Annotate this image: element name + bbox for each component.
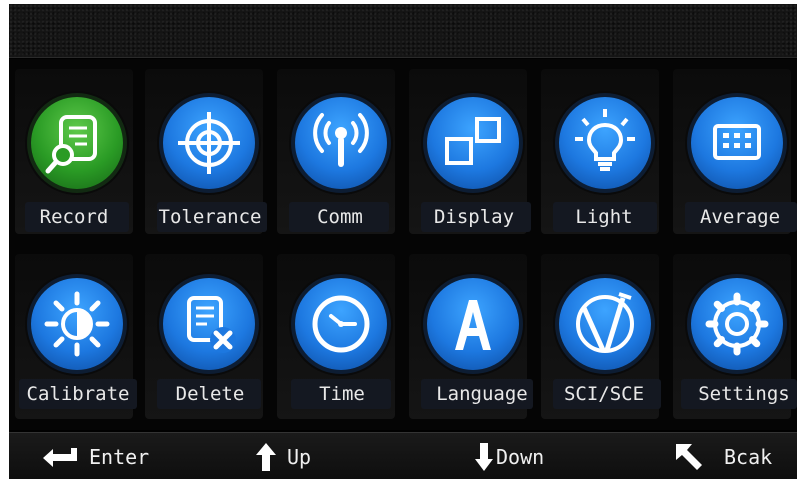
- delete-document-icon[interactable]: [163, 278, 255, 370]
- clock-icon[interactable]: [295, 278, 387, 370]
- gear-icon[interactable]: [691, 278, 783, 370]
- menu-label-comm: Comm: [317, 206, 363, 228]
- record-magnifier-icon[interactable]: [31, 97, 123, 189]
- menu-label-average: Average: [699, 206, 781, 228]
- back-label: Bcak: [724, 444, 773, 469]
- crosshair-target-icon[interactable]: [163, 97, 255, 189]
- menu-item-average[interactable]: Average: [667, 59, 797, 244]
- menu-item-delete[interactable]: Delete: [139, 244, 269, 429]
- menu-item-display[interactable]: Display: [403, 59, 533, 244]
- sci-sce-icon[interactable]: [559, 278, 651, 370]
- menu-label-time: Time: [319, 383, 365, 405]
- brightness-sun-icon[interactable]: [31, 278, 123, 370]
- menu-label-delete: Delete: [175, 383, 245, 405]
- letter-a-icon[interactable]: [427, 278, 519, 370]
- menu-label-language: Language: [436, 383, 528, 405]
- menu-label-light: Light: [575, 206, 633, 228]
- back-arrow-icon: [676, 443, 702, 470]
- footer-bar: Enter Up Down Bcak: [9, 432, 797, 479]
- down-arrow-icon: [475, 442, 493, 471]
- keypad-grid-icon[interactable]: [691, 97, 783, 189]
- back-button[interactable]: Bcak: [674, 433, 772, 479]
- menu-label-sci-sce: SCI/SCE: [563, 383, 645, 405]
- up-arrow-icon: [256, 442, 276, 471]
- enter-label: Enter: [89, 444, 150, 469]
- up-button[interactable]: Up: [255, 433, 311, 479]
- device-screen: Record Tolerance Comm Display Light Aver…: [9, 4, 797, 479]
- menu-item-time[interactable]: Time: [271, 244, 401, 429]
- down-button[interactable]: Down: [474, 433, 544, 479]
- down-label: Down: [496, 444, 545, 469]
- menu-label-tolerance: Tolerance: [158, 206, 262, 228]
- top-bar: [9, 4, 797, 58]
- menu-item-light[interactable]: Light: [535, 59, 665, 244]
- menu-item-comm[interactable]: Comm: [271, 59, 401, 244]
- menu-label-settings: Settings: [698, 383, 790, 405]
- menu-item-tolerance[interactable]: Tolerance: [139, 59, 269, 244]
- menu-label-record: Record: [39, 206, 109, 228]
- up-label: Up: [287, 444, 312, 469]
- enter-button[interactable]: Enter: [41, 433, 149, 479]
- menu-item-sci-sce[interactable]: SCI/SCE: [535, 244, 665, 429]
- display-squares-icon[interactable]: [427, 97, 519, 189]
- menu-label-calibrate: Calibrate: [26, 383, 130, 405]
- menu-item-settings[interactable]: Settings: [667, 244, 797, 429]
- enter-arrow-icon: [43, 447, 77, 467]
- menu-item-calibrate[interactable]: Calibrate: [9, 244, 139, 429]
- light-bulb-icon[interactable]: [559, 97, 651, 189]
- menu-item-language[interactable]: Language: [403, 244, 533, 429]
- wireless-signal-icon[interactable]: [295, 97, 387, 189]
- menu-item-record[interactable]: Record: [9, 59, 139, 244]
- menu-grid: Record Tolerance Comm Display Light Aver…: [9, 59, 797, 430]
- menu-label-display: Display: [433, 206, 515, 228]
